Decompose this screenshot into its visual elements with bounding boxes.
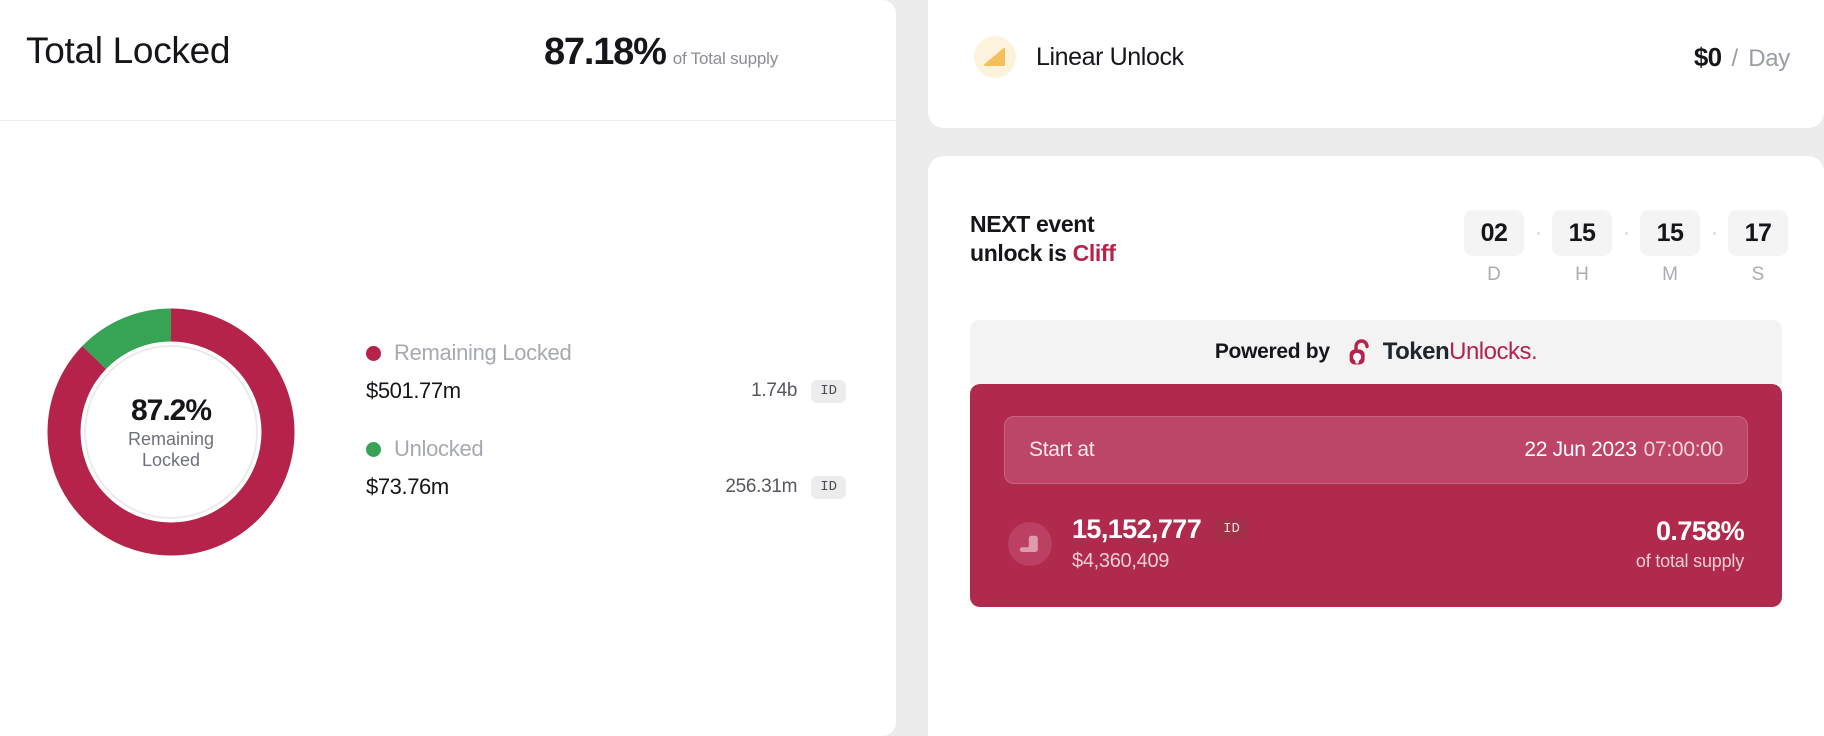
token-symbol-badge: ID bbox=[811, 475, 846, 499]
token-symbol-badge: ID bbox=[1215, 518, 1248, 541]
supply-percent-value: 87.18% bbox=[544, 31, 667, 73]
start-at-value: 22 Jun 2023 07:00:00 bbox=[1524, 438, 1723, 462]
legend-label-unlocked: Unlocked bbox=[394, 436, 484, 461]
countdown-unit-seconds: 17 S bbox=[1728, 210, 1788, 286]
brand-name: TokenUnlocks. bbox=[1382, 338, 1538, 366]
legend-token-amount-group: 1.74b ID bbox=[751, 379, 846, 403]
legend-color-dot-unlocked bbox=[366, 441, 381, 457]
linear-unlock-content: Linear Unlock $0 / Day bbox=[928, 0, 1824, 114]
legend-values-row: $73.76m 256.31m ID bbox=[366, 474, 846, 500]
cliff-step-glyph bbox=[1019, 535, 1038, 552]
donut-legend: Remaining Locked $501.77m 1.74b ID Unloc… bbox=[366, 340, 846, 532]
linear-unlock-card[interactable]: Linear Unlock $0 / Day bbox=[928, 0, 1824, 128]
unlock-percent-label: of total supply bbox=[1635, 550, 1744, 571]
countdown-minutes-label: M bbox=[1662, 264, 1678, 285]
legend-amount-remaining-locked: 1.74b bbox=[751, 380, 798, 401]
unlock-amount-group: 15,152,777 ID $4,360,409 bbox=[1072, 514, 1248, 573]
next-event-card: NEXT event unlock is Cliff 02 D 15 H 15 … bbox=[928, 156, 1824, 736]
next-event-title: NEXT event unlock is Cliff bbox=[970, 210, 1116, 269]
legend-usd-unlocked: $73.76m bbox=[366, 474, 449, 499]
start-at-time: 07:00:00 bbox=[1643, 438, 1724, 461]
countdown-days-label: D bbox=[1487, 264, 1501, 285]
unlock-usd-amount: $4,360,409 bbox=[1072, 550, 1170, 572]
powered-by-bar[interactable]: Powered by TokenUnlocks. bbox=[970, 320, 1782, 384]
next-unlock-detail-card: Start at 22 Jun 2023 07:00:00 15,152,777 bbox=[970, 384, 1782, 607]
total-locked-header: Total Locked 87.18% of Total supply bbox=[0, 0, 896, 121]
cliff-step-icon bbox=[1008, 521, 1052, 566]
unlock-percent-value: 0.758% bbox=[1656, 515, 1745, 546]
next-event-header: NEXT event unlock is Cliff 02 D 15 H 15 … bbox=[928, 156, 1824, 286]
countdown-unit-hours: 15 H bbox=[1552, 210, 1612, 286]
token-unlock-dashboard: Total Locked 87.18% of Total supply 87.2… bbox=[0, 0, 1824, 736]
countdown-minutes-value: 15 bbox=[1640, 210, 1700, 256]
legend-amount-unlocked: 256.31m bbox=[725, 476, 798, 497]
countdown-unit-days: 02 D bbox=[1464, 210, 1524, 286]
unlock-token-amount: 15,152,777 bbox=[1072, 514, 1202, 544]
ramp-triangle-icon bbox=[974, 36, 1016, 78]
countdown-hours-value: 15 bbox=[1552, 210, 1612, 256]
legend-header: Remaining Locked bbox=[366, 340, 846, 366]
rate-unit: Day bbox=[1748, 44, 1790, 72]
next-event-title-line2-prefix: unlock is bbox=[970, 240, 1067, 267]
brand-unlocks-part: Unlocks. bbox=[1449, 338, 1538, 365]
next-event-type-highlight: Cliff bbox=[1072, 240, 1116, 267]
locked-donut-chart: 87.2% Remaining Locked bbox=[36, 297, 306, 567]
countdown-hours-label: H bbox=[1575, 264, 1589, 285]
countdown-seconds-value: 17 bbox=[1728, 210, 1788, 256]
rate-value: $0 bbox=[1693, 41, 1722, 72]
legend-item-remaining-locked[interactable]: Remaining Locked $501.77m 1.74b ID bbox=[366, 340, 846, 404]
legend-item-unlocked[interactable]: Unlocked $73.76m 256.31m ID bbox=[366, 436, 846, 500]
supply-summary: 87.18% of Total supply bbox=[544, 31, 778, 74]
legend-header: Unlocked bbox=[366, 436, 846, 462]
right-column: Linear Unlock $0 / Day NEXT event unlock… bbox=[928, 0, 1824, 736]
countdown-separator-icon bbox=[1524, 210, 1552, 256]
legend-label-remaining-locked: Remaining Locked bbox=[394, 340, 572, 365]
start-at-date: 22 Jun 2023 bbox=[1524, 438, 1637, 461]
ramp-triangle-glyph bbox=[984, 48, 1005, 66]
rate-separator: / bbox=[1731, 44, 1739, 72]
countdown-unit-minutes: 15 M bbox=[1640, 210, 1700, 286]
page-title: Total Locked bbox=[26, 30, 231, 71]
linear-unlock-identity: Linear Unlock bbox=[974, 36, 1184, 78]
legend-values-row: $501.77m 1.74b ID bbox=[366, 378, 846, 404]
unlock-amount-row: 15,152,777 ID $4,360,409 0.758% of total… bbox=[1004, 514, 1748, 573]
linear-unlock-rate: $0 / Day bbox=[1694, 42, 1790, 73]
supply-percent-label: of Total supply bbox=[672, 49, 779, 68]
brand-token-part: Token bbox=[1382, 338, 1450, 365]
total-locked-card: Total Locked 87.18% of Total supply 87.2… bbox=[0, 0, 896, 736]
legend-usd-remaining-locked: $501.77m bbox=[366, 378, 461, 403]
legend-token-amount-group: 256.31m ID bbox=[725, 475, 846, 499]
unlock-percent-group: 0.758% of total supply bbox=[1635, 515, 1745, 572]
countdown-separator-icon bbox=[1700, 210, 1728, 256]
legend-color-dot-remaining-locked bbox=[366, 345, 381, 361]
countdown-seconds-label: S bbox=[1751, 264, 1765, 285]
token-symbol-badge: ID bbox=[811, 379, 846, 403]
countdown-separator-icon bbox=[1612, 210, 1640, 256]
next-event-title-line1: NEXT event bbox=[970, 211, 1095, 237]
countdown-days-value: 02 bbox=[1464, 210, 1524, 256]
linear-unlock-title: Linear Unlock bbox=[1036, 42, 1184, 71]
open-padlock-icon bbox=[1349, 339, 1369, 365]
powered-by-text: Powered by bbox=[1214, 340, 1330, 363]
countdown-timer: 02 D 15 H 15 M 17 S bbox=[1464, 210, 1788, 286]
unlock-token-amount-line: 15,152,777 ID bbox=[1072, 514, 1248, 545]
donut-svg bbox=[47, 308, 295, 556]
tokenunlocks-brand: TokenUnlocks. bbox=[1348, 338, 1538, 366]
donut-inner-ring bbox=[84, 345, 258, 519]
start-at-row: Start at 22 Jun 2023 07:00:00 bbox=[1004, 416, 1748, 484]
start-at-label: Start at bbox=[1029, 438, 1095, 461]
